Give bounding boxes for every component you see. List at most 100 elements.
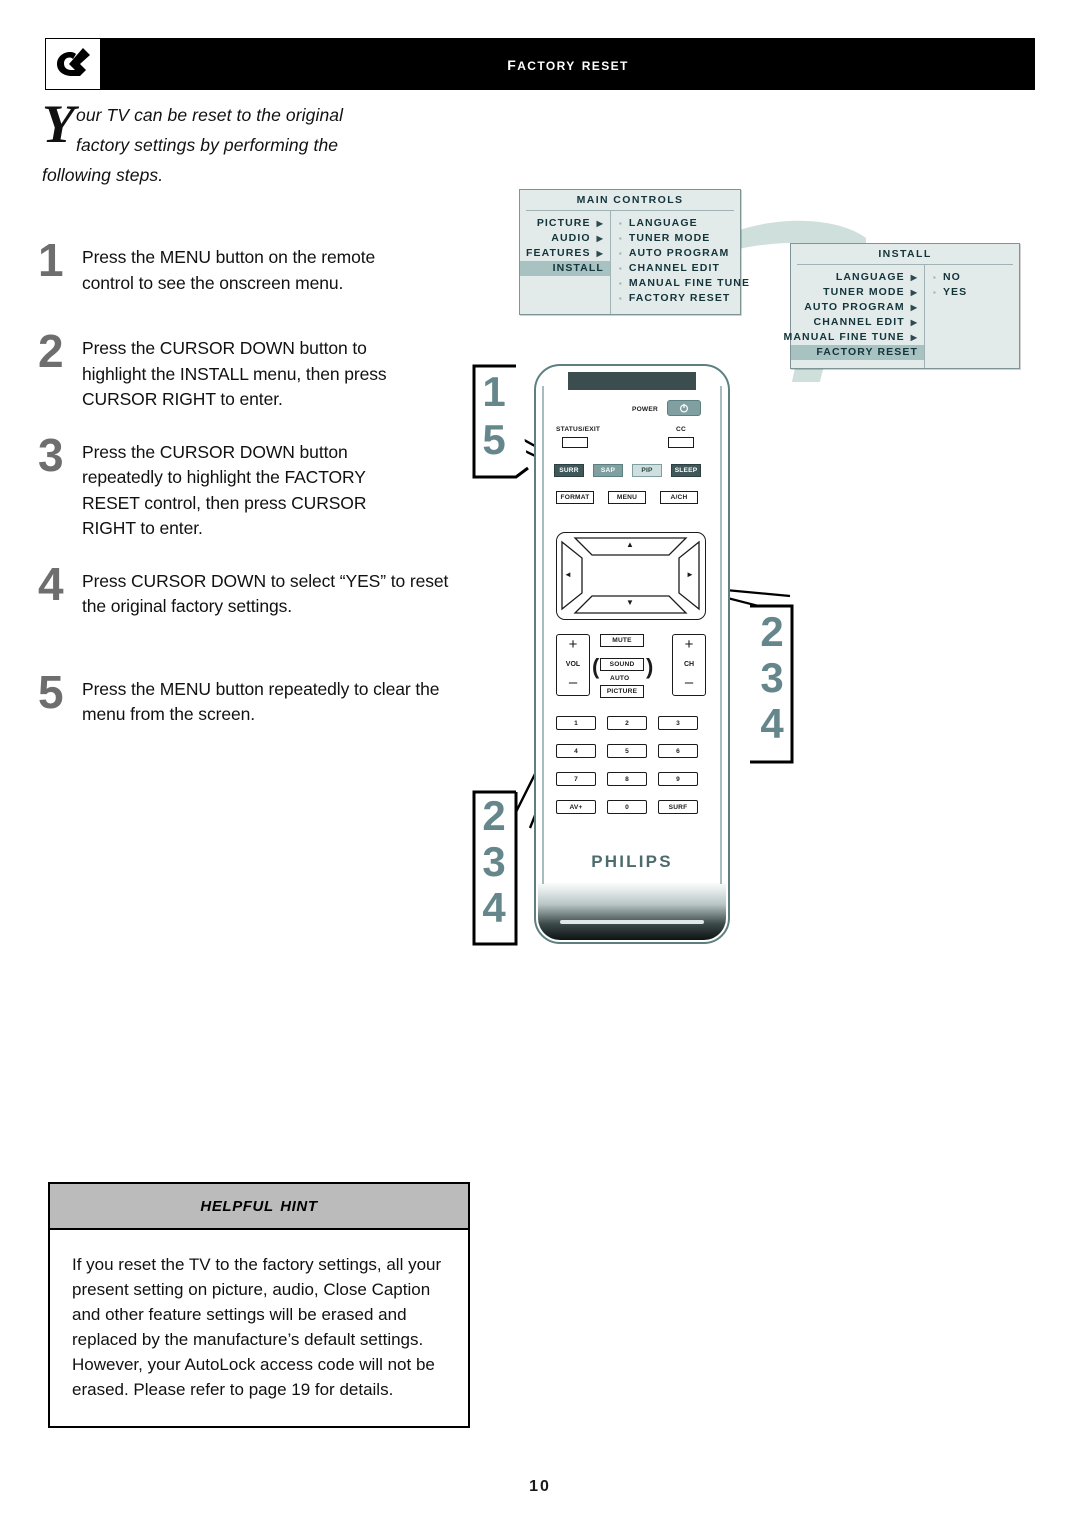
- volume-label: VOL: [565, 661, 581, 668]
- osd-submenu-item[interactable]: ▪ TUNER MODE: [619, 231, 750, 246]
- keypad-9[interactable]: 9: [658, 772, 698, 786]
- cursor-left-button[interactable]: ◄: [564, 570, 572, 579]
- osd-menu-item[interactable]: CHANNEL EDIT ▶: [797, 315, 918, 330]
- osd-menu-item[interactable]: AUDIO ▶: [526, 231, 604, 246]
- osd-right-column: ▪ LANGUAGE ▪ TUNER MODE ▪ AUTO PROGRAM ▪…: [609, 211, 756, 314]
- surr-button[interactable]: SURR: [554, 464, 584, 477]
- osd-item-label: TUNER MODE: [823, 286, 905, 298]
- step-number: 4: [38, 557, 64, 610]
- osd-item-label: FACTORY RESET: [816, 346, 918, 358]
- cc-label: CC: [676, 426, 686, 433]
- osd-menu-item[interactable]: TUNER MODE ▶: [797, 285, 918, 300]
- pip-button[interactable]: PIP: [632, 464, 662, 477]
- osd-option-yes[interactable]: ▪ YES: [933, 285, 1013, 300]
- osd-menu-item[interactable]: PICTURE ▶: [526, 216, 604, 231]
- bullet-icon: ▪: [618, 234, 623, 243]
- intro-line-2: factory settings by performing the: [76, 135, 339, 155]
- callout-number: 4: [482, 884, 506, 931]
- cursor-down-button[interactable]: ▼: [626, 598, 634, 607]
- osd-item-label: FEATURES: [526, 247, 591, 259]
- osd-option-no[interactable]: ▪ NO: [933, 270, 1013, 285]
- channel-rocker[interactable]: + CH –: [672, 634, 706, 696]
- chevron-right-icon: ▶: [910, 288, 918, 297]
- step-item: 2 Press the CURSOR DOWN button to highli…: [38, 328, 478, 413]
- helpful-hint-body: If you reset the TV to the factory setti…: [50, 1230, 468, 1426]
- intro-line-1: our TV can be reset to the original: [76, 105, 344, 125]
- picture-button[interactable]: PICTURE: [600, 685, 644, 698]
- page-header: Factory Reset: [45, 38, 1035, 90]
- cursor-right-button[interactable]: ►: [686, 570, 694, 579]
- osd-item-label: YES: [942, 286, 968, 298]
- a-ch-button[interactable]: A/CH: [660, 491, 698, 504]
- keypad-4[interactable]: 4: [556, 744, 596, 758]
- chevron-right-icon: ▶: [596, 234, 604, 243]
- osd-menu-item-selected[interactable]: FACTORY RESET: [791, 345, 924, 360]
- sound-button[interactable]: SOUND: [600, 658, 644, 671]
- osd-left-column: PICTURE ▶ AUDIO ▶ FEATURES ▶ INSTALL: [520, 211, 610, 314]
- keypad-0[interactable]: 0: [607, 800, 647, 814]
- helpful-hint-header: Helpful Hint: [50, 1184, 468, 1230]
- osd-title: MAIN CONTROLS: [576, 194, 684, 206]
- callout-number: 1: [482, 368, 506, 415]
- bullet-icon: ▪: [618, 279, 623, 288]
- osd-submenu-item[interactable]: ▪ LANGUAGE: [619, 216, 750, 231]
- remote-control-illustration: POWER STATUS/EXIT CC SURR SAP PIP SLEEP …: [534, 364, 730, 944]
- osd-item-label: AUDIO: [551, 232, 591, 244]
- av-plus-button[interactable]: AV+: [556, 800, 596, 814]
- sleep-button[interactable]: SLEEP: [671, 464, 701, 477]
- callout-box-right: 2 3 4: [748, 604, 796, 764]
- osd-item-label: LANGUAGE: [628, 217, 698, 229]
- status-exit-label: STATUS/EXIT: [556, 426, 601, 433]
- step-item: 5 Press the MENU button repeatedly to cl…: [38, 669, 478, 728]
- step-text: Press CURSOR DOWN to select “YES” to res…: [82, 570, 449, 617]
- intro-line-3: following steps.: [42, 165, 164, 185]
- chevron-right-icon: ▶: [910, 273, 918, 282]
- osd-item-label: LANGUAGE: [835, 271, 905, 283]
- mute-button[interactable]: MUTE: [600, 634, 644, 647]
- keypad-1[interactable]: 1: [556, 716, 596, 730]
- chevron-right-icon: ▶: [910, 303, 918, 312]
- header-title-bar: Factory Reset: [101, 38, 1035, 90]
- keypad-8[interactable]: 8: [607, 772, 647, 786]
- menu-button[interactable]: MENU: [608, 491, 646, 504]
- osd-submenu-item[interactable]: ▪ AUTO PROGRAM: [619, 246, 750, 261]
- osd-menu-item[interactable]: FEATURES ▶: [526, 246, 604, 261]
- osd-item-label: MANUAL FINE TUNE: [783, 331, 905, 343]
- channel-down-label: –: [684, 674, 694, 691]
- step-item: 1 Press the MENU button on the remote co…: [38, 237, 478, 296]
- osd-menu-item-selected[interactable]: INSTALL: [520, 261, 610, 276]
- step-text: Press the MENU button on the remote cont…: [82, 247, 376, 293]
- keypad-3[interactable]: 3: [658, 716, 698, 730]
- format-button[interactable]: FORMAT: [556, 491, 594, 504]
- step-number: 3: [38, 428, 64, 481]
- power-button[interactable]: [667, 400, 701, 416]
- osd-item-label: AUTO PROGRAM: [804, 301, 905, 313]
- surf-button[interactable]: SURF: [658, 800, 698, 814]
- power-icon: [680, 403, 688, 413]
- keypad-5[interactable]: 5: [607, 744, 647, 758]
- osd-submenu-item[interactable]: ▪ CHANNEL EDIT: [619, 261, 750, 276]
- status-exit-button[interactable]: [562, 437, 588, 448]
- osd-title: INSTALL: [878, 248, 932, 260]
- keypad-7[interactable]: 7: [556, 772, 596, 786]
- keypad-6[interactable]: 6: [658, 744, 698, 758]
- bullet-icon: ▪: [933, 288, 937, 297]
- osd-item-label: PICTURE: [536, 217, 591, 229]
- keypad-2[interactable]: 2: [607, 716, 647, 730]
- osd-item-label: AUTO PROGRAM: [628, 247, 730, 259]
- osd-submenu-item[interactable]: ▪ MANUAL FINE TUNE: [619, 276, 750, 291]
- osd-item-label: TUNER MODE: [628, 232, 711, 244]
- osd-menu-item[interactable]: AUTO PROGRAM ▶: [797, 300, 918, 315]
- sap-button[interactable]: SAP: [593, 464, 623, 477]
- osd-item-label: INSTALL: [552, 262, 604, 274]
- volume-rocker[interactable]: + VOL –: [556, 634, 590, 696]
- osd-menu-item[interactable]: LANGUAGE ▶: [797, 270, 918, 285]
- bracket-left-icon: (: [592, 654, 600, 679]
- cc-button[interactable]: [668, 437, 694, 448]
- osd-menu-item[interactable]: MANUAL FINE TUNE ▶: [783, 330, 918, 345]
- remote-ir-window: [568, 372, 696, 390]
- chevron-right-icon: ▶: [596, 249, 604, 258]
- osd-submenu-item[interactable]: ▪ FACTORY RESET: [619, 291, 750, 306]
- cursor-up-button[interactable]: ▲: [626, 540, 634, 549]
- auto-label: AUTO: [610, 675, 630, 682]
